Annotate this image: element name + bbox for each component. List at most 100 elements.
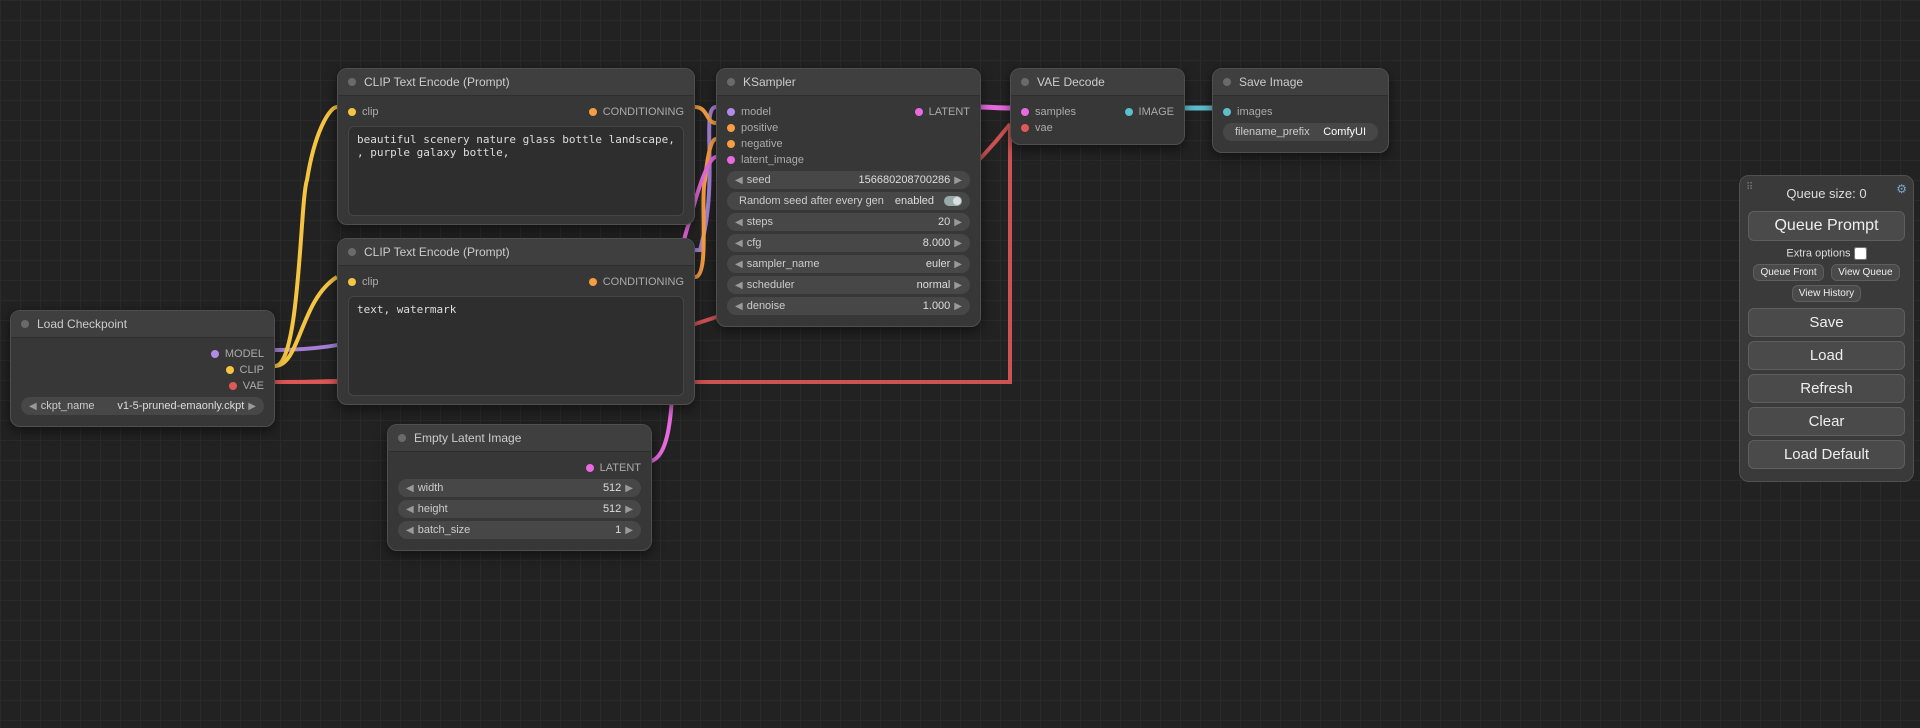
denoise-label: denoise [747,300,786,312]
width-value: 512 [443,482,621,494]
output-vae-port[interactable] [229,382,237,390]
node-title[interactable]: CLIP Text Encode (Prompt) [338,239,694,266]
input-positive-port[interactable] [727,124,735,132]
node-vae-decode[interactable]: VAE Decode samples IMAGE vae [1010,68,1185,145]
arrow-left-icon[interactable]: ◀ [735,217,743,228]
output-image-port[interactable] [1125,108,1133,116]
batch-size-widget[interactable]: ◀ batch_size1 ▶ [398,521,641,539]
input-vae-port[interactable] [1021,124,1029,132]
input-samples-label: samples [1035,106,1076,118]
input-vae-label: vae [1035,122,1053,134]
arrow-left-icon[interactable]: ◀ [735,280,743,291]
ckpt-name-widget[interactable]: ◀ ckpt_name v1-5-pruned-emaonly.ckpt ▶ [21,397,264,415]
node-load-checkpoint[interactable]: Load Checkpoint MODEL CLIP VAE ◀ ckpt_na… [10,310,275,427]
title-text: CLIP Text Encode (Prompt) [364,75,510,89]
input-images-port[interactable] [1223,108,1231,116]
input-model-port[interactable] [727,108,735,116]
output-clip-port[interactable] [226,366,234,374]
random-seed-toggle[interactable] [944,196,962,206]
batch-size-value: 1 [470,524,621,536]
output-conditioning-port[interactable] [589,108,597,116]
input-latent-image-port[interactable] [727,156,735,164]
batch-size-label: batch_size [418,524,471,536]
node-title[interactable]: KSampler [717,69,980,96]
filename-prefix-widget[interactable]: filename_prefixComfyUI [1223,123,1378,141]
arrow-left-icon[interactable]: ◀ [406,504,414,515]
height-widget[interactable]: ◀height512▶ [398,500,641,518]
arrow-right-icon[interactable]: ▶ [625,525,633,536]
prompt-textarea[interactable]: text, watermark [348,296,684,396]
output-clip-label: CLIP [240,364,264,376]
ckpt-name-label: ckpt_name [41,400,95,412]
save-button[interactable]: Save [1748,308,1905,337]
arrow-left-icon[interactable]: ◀ [735,238,743,249]
input-negative-port[interactable] [727,140,735,148]
gear-icon[interactable]: ⚙ [1896,182,1907,196]
output-model-port[interactable] [211,350,219,358]
width-label: width [418,482,444,494]
arrow-left-icon[interactable]: ◀ [406,483,414,494]
control-panel[interactable]: ⠿ ⚙ Queue size: 0 Queue Prompt Extra opt… [1739,175,1914,482]
arrow-right-icon[interactable]: ▶ [954,217,962,228]
input-clip-port[interactable] [348,108,356,116]
node-dot-icon [1223,78,1231,86]
arrow-left-icon[interactable]: ◀ [735,259,743,270]
arrow-left-icon[interactable]: ◀ [406,525,414,536]
input-clip-label: clip [362,106,379,118]
node-title[interactable]: Save Image [1213,69,1388,96]
node-clip-encode-positive[interactable]: CLIP Text Encode (Prompt) clip CONDITION… [337,68,695,225]
sampler-name-widget[interactable]: ◀sampler_nameeuler▶ [727,255,970,273]
input-negative-label: negative [741,138,783,150]
random-seed-widget[interactable]: Random seed after every genenabled [727,192,970,210]
refresh-button[interactable]: Refresh [1748,374,1905,403]
node-clip-encode-negative[interactable]: CLIP Text Encode (Prompt) clip CONDITION… [337,238,695,405]
node-title[interactable]: CLIP Text Encode (Prompt) [338,69,694,96]
node-empty-latent-image[interactable]: Empty Latent Image LATENT ◀width512▶ ◀he… [387,424,652,551]
queue-front-button[interactable]: Queue Front [1753,264,1823,281]
node-title[interactable]: VAE Decode [1011,69,1184,96]
output-latent-port[interactable] [915,108,923,116]
title-text: VAE Decode [1037,75,1105,89]
extra-options-checkbox[interactable] [1854,247,1867,260]
arrow-right-icon[interactable]: ▶ [954,301,962,312]
extra-options-row[interactable]: Extra options [1748,245,1905,262]
load-button[interactable]: Load [1748,341,1905,370]
input-clip-label: clip [362,276,379,288]
load-default-button[interactable]: Load Default [1748,440,1905,469]
denoise-widget[interactable]: ◀denoise1.000▶ [727,297,970,315]
queue-prompt-button[interactable]: Queue Prompt [1748,211,1905,241]
arrow-right-icon[interactable]: ▶ [625,483,633,494]
scheduler-widget[interactable]: ◀schedulernormal▶ [727,276,970,294]
arrow-right-icon[interactable]: ▶ [954,175,962,186]
node-dot-icon [348,248,356,256]
seed-widget[interactable]: ◀seed156680208700286▶ [727,171,970,189]
clear-button[interactable]: Clear [1748,407,1905,436]
arrow-left-icon[interactable]: ◀ [29,401,37,412]
output-latent-port[interactable] [586,464,594,472]
steps-label: steps [747,216,773,228]
input-latent-image-label: latent_image [741,154,804,166]
node-title[interactable]: Empty Latent Image [388,425,651,452]
node-ksampler[interactable]: KSampler model LATENT positive negative … [716,68,981,327]
arrow-left-icon[interactable]: ◀ [735,301,743,312]
steps-widget[interactable]: ◀steps20▶ [727,213,970,231]
arrow-left-icon[interactable]: ◀ [735,175,743,186]
arrow-right-icon[interactable]: ▶ [954,238,962,249]
cfg-widget[interactable]: ◀cfg8.000▶ [727,234,970,252]
arrow-right-icon[interactable]: ▶ [954,280,962,291]
view-queue-button[interactable]: View Queue [1831,264,1899,281]
title-text: Empty Latent Image [414,431,521,445]
arrow-right-icon[interactable]: ▶ [248,401,256,412]
input-clip-port[interactable] [348,278,356,286]
input-samples-port[interactable] [1021,108,1029,116]
arrow-right-icon[interactable]: ▶ [954,259,962,270]
node-dot-icon [348,78,356,86]
view-history-button[interactable]: View History [1792,285,1861,302]
width-widget[interactable]: ◀ width512 ▶ [398,479,641,497]
node-save-image[interactable]: Save Image images filename_prefixComfyUI [1212,68,1389,153]
output-conditioning-port[interactable] [589,278,597,286]
drag-handle-icon[interactable]: ⠿ [1746,182,1755,193]
node-title[interactable]: Load Checkpoint [11,311,274,338]
prompt-textarea[interactable]: beautiful scenery nature glass bottle la… [348,126,684,216]
arrow-right-icon[interactable]: ▶ [625,504,633,515]
